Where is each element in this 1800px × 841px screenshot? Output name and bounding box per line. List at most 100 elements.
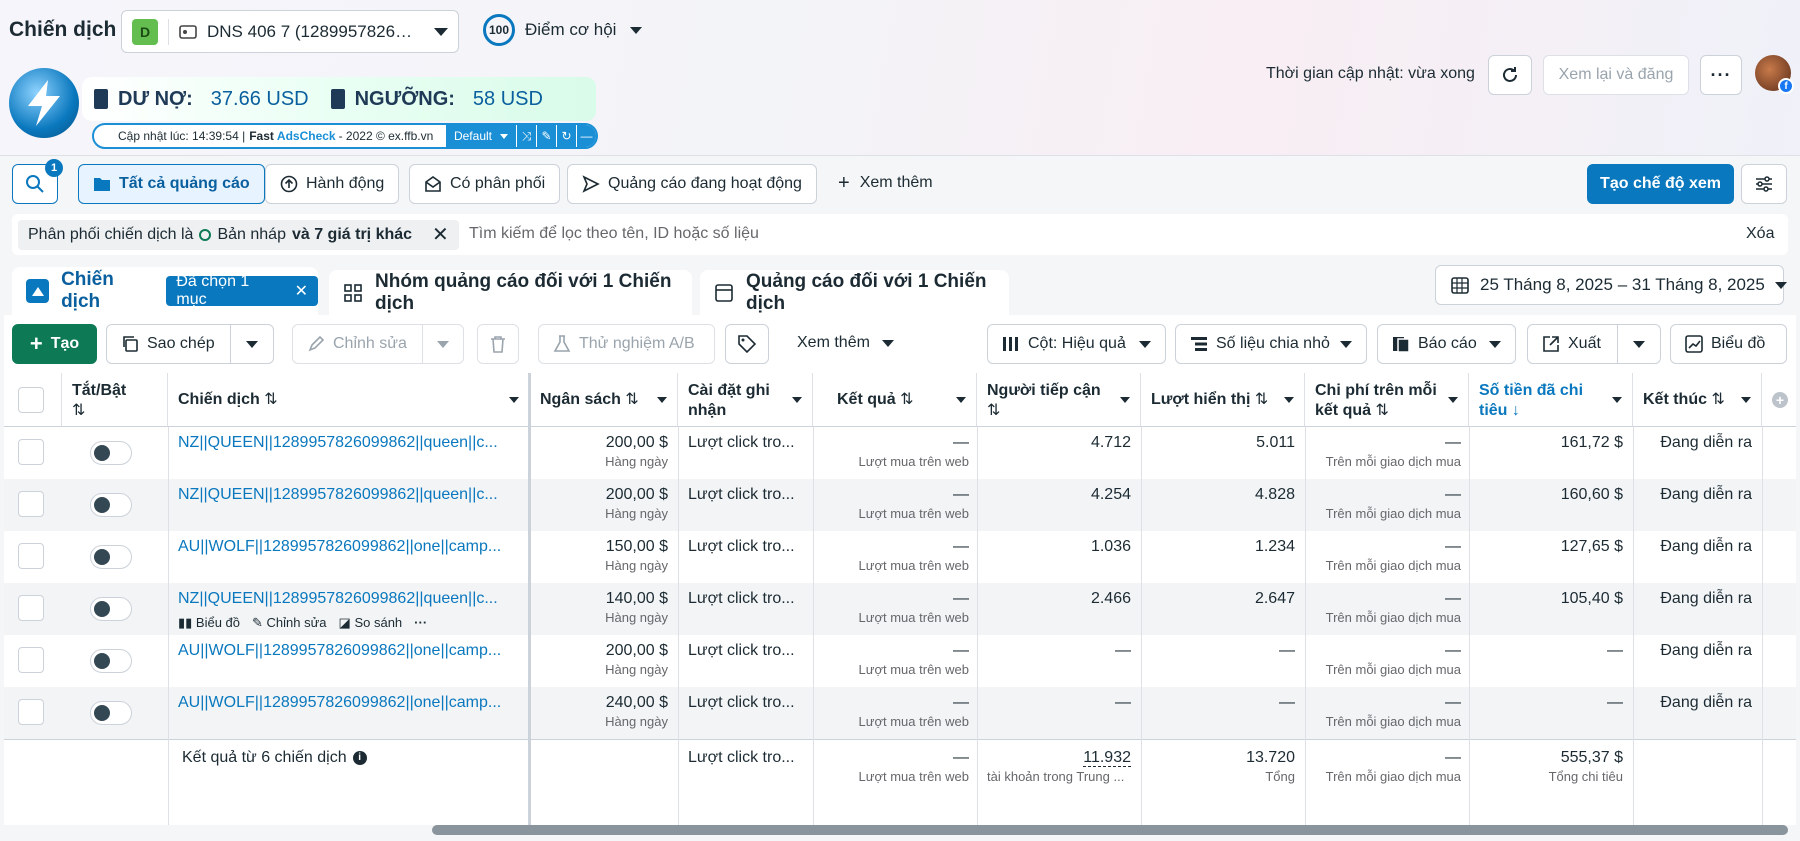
row-checkbox[interactable] [18, 439, 44, 465]
campaign-toggle[interactable] [90, 493, 132, 517]
campaign-toggle[interactable] [90, 545, 132, 569]
tab-all-ads[interactable]: Tất cả quảng cáo [78, 164, 265, 204]
facebook-icon: f [1778, 78, 1794, 94]
filter-chip[interactable]: Phân phối chiến dịch là Bản nháp và 7 gi… [18, 220, 459, 250]
search-count-badge: 1 [45, 159, 63, 177]
clear-filters-link[interactable]: Xóa [1746, 225, 1774, 243]
create-button[interactable]: + Tạo [12, 324, 97, 364]
row-action-edit[interactable]: ✎ Chỉnh sửa [252, 613, 327, 633]
duplicate-dropdown[interactable] [230, 324, 274, 364]
search-icon [25, 174, 45, 194]
header-cost-per-result[interactable]: Chi phí trên mỗi kết quả ⇅ [1305, 373, 1469, 427]
header-toggle[interactable]: Tắt/Bật ⇅ [62, 373, 168, 427]
header-attribution[interactable]: Cài đặt ghi nhận [678, 373, 813, 427]
campaign-toggle[interactable] [90, 597, 132, 621]
selected-count-pill[interactable]: Đã chọn 1 mục ✕ [166, 273, 319, 308]
addon-profile-select[interactable]: Default [445, 125, 516, 147]
level-tab-campaigns[interactable]: Chiến dịch Đã chọn 1 mục ✕ [12, 267, 319, 315]
export-dropdown[interactable] [1617, 324, 1661, 364]
avatar[interactable]: f [1755, 55, 1794, 94]
columns-button[interactable]: Cột: Hiệu quả [987, 324, 1166, 364]
header-ends[interactable]: Kết thúc ⇅ [1633, 373, 1762, 427]
account-selector[interactable]: D DNS 406 7 (1289957826… [121, 10, 459, 53]
level-tab-ads[interactable]: Quảng cáo đối với 1 Chiến dịch [700, 270, 1009, 315]
edit-dropdown[interactable] [422, 324, 464, 364]
header-results[interactable]: Kết quả ⇅ [813, 373, 977, 427]
tab-see-more[interactable]: + Xem thêm [838, 173, 933, 193]
tab-delivering[interactable]: Có phân phối [409, 164, 561, 204]
row-action-chart[interactable]: ▮▮ Biểu đồ [178, 613, 240, 633]
divider [1469, 427, 1470, 825]
charts-button[interactable]: Biểu đồ [1670, 324, 1787, 364]
filter-search-input[interactable]: Tìm kiếm để lọc theo tên, ID hoặc số liệ… [469, 225, 759, 243]
row-action-compare[interactable]: ◪ So sánh [339, 613, 403, 633]
campaign-name-link[interactable]: AU||WOLF||1289957826099862||one||camp... [178, 641, 518, 661]
campaign-toggle[interactable] [90, 649, 132, 673]
refresh-button[interactable] [1488, 55, 1532, 95]
export-button[interactable]: Xuất [1527, 324, 1618, 364]
table-row[interactable]: AU||WOLF||1289957826099862||one||camp...… [4, 531, 1796, 583]
summary-impressions: 13.720 Tổng [1246, 749, 1295, 784]
edit-button[interactable]: Chỉnh sửa [292, 324, 423, 364]
campaign-name-link[interactable]: NZ||QUEEN||1289957826099862||queen||c... [178, 485, 518, 505]
tab-actions[interactable]: Hành động [265, 164, 400, 204]
table-row[interactable]: NZ||QUEEN||1289957826099862||queen||c...… [4, 479, 1796, 531]
row-checkbox[interactable] [18, 491, 44, 517]
row-checkbox[interactable] [18, 647, 44, 673]
horizontal-scrollbar[interactable] [432, 825, 1788, 835]
tag-button[interactable] [725, 324, 769, 364]
row-checkbox[interactable] [18, 543, 44, 569]
row-checkbox[interactable] [18, 699, 44, 725]
campaign-toggle[interactable] [90, 701, 132, 725]
edit-icon[interactable]: ✎ [536, 125, 556, 147]
row-checkbox[interactable] [18, 595, 44, 621]
search-button[interactable]: 1 [12, 159, 63, 204]
table-row[interactable]: AU||WOLF||1289957826099862||one||camp...… [4, 687, 1796, 739]
review-publish-button[interactable]: Xem lại và đăng [1543, 55, 1689, 95]
breakdown-button[interactable]: Số liệu chia nhỏ [1175, 324, 1367, 364]
reports-button[interactable]: Báo cáo [1377, 324, 1516, 364]
row-actions: ▮▮ Biểu đồ ✎ Chỉnh sửa ◪ So sánh ··· [178, 613, 427, 633]
table-row[interactable]: AU||WOLF||1289957826099862||one||camp...… [4, 635, 1796, 687]
level-tab-adsets[interactable]: Nhóm quảng cáo đối với 1 Chiến dịch [329, 270, 692, 315]
header-amount-spent[interactable]: Số tiền đã chi tiêu ↓ [1469, 373, 1633, 427]
shuffle-icon[interactable]: ⤨ [516, 125, 536, 147]
header-campaign[interactable]: Chiến dịch ⇅ [168, 373, 530, 427]
cost-per-result-cell: — Trên mỗi giao dịch mua [1325, 434, 1461, 469]
campaign-name-link[interactable]: NZ||QUEEN||1289957826099862||queen||c... [178, 433, 518, 453]
header-impressions[interactable]: Lượt hiển thị ⇅ [1141, 373, 1305, 427]
select-all-checkbox[interactable] [18, 387, 44, 413]
pencil-icon: ✎ [252, 615, 267, 630]
opportunity-score[interactable]: 100 Điểm cơ hội [483, 14, 643, 46]
sort-icon: ⇅ [264, 391, 278, 408]
duplicate-button[interactable]: Sao chép [106, 324, 231, 364]
info-icon[interactable]: i [352, 751, 367, 765]
header-budget[interactable]: Ngân sách ⇅ [530, 373, 678, 427]
close-icon[interactable]: ✕ [295, 281, 308, 301]
attribution-cell: Lượt click tro... [688, 434, 795, 451]
campaign-name-link[interactable]: AU||WOLF||1289957826099862||one||camp... [178, 693, 518, 713]
ab-test-button[interactable]: Thử nghiệm A/B [538, 324, 715, 364]
toolbar-more[interactable]: Xem thêm [797, 334, 894, 352]
row-more-icon[interactable]: ··· [414, 613, 427, 633]
close-icon[interactable]: ✕ [432, 225, 449, 245]
budget-cell: 140,00 $ Hàng ngày [605, 590, 668, 625]
date-range-picker[interactable]: 25 Tháng 8, 2025 – 31 Tháng 8, 2025 [1435, 265, 1787, 305]
add-column-header[interactable]: + [1762, 373, 1796, 427]
campaign-toggle[interactable] [90, 441, 132, 465]
summary-label: Kết quả từ 6 chiến dịch i [168, 740, 530, 821]
create-view-button[interactable]: Tạo chế độ xem [1587, 164, 1734, 204]
delete-button[interactable] [477, 324, 519, 364]
tab-active-ads[interactable]: Quảng cáo đang hoạt động [567, 164, 817, 204]
filter-settings-button[interactable] [1741, 164, 1787, 204]
header-reach[interactable]: Người tiếp cận ⇅ [977, 373, 1141, 427]
campaign-name-link[interactable]: AU||WOLF||1289957826099862||one||camp... [178, 537, 518, 557]
table-row[interactable]: NZ||QUEEN||1289957826099862||queen||c...… [4, 427, 1796, 479]
minimize-icon[interactable]: — [576, 125, 596, 147]
table-row[interactable]: NZ||QUEEN||1289957826099862||queen||c...… [4, 583, 1796, 635]
campaign-name-link[interactable]: NZ||QUEEN||1289957826099862||queen||c... [178, 589, 518, 609]
reload-icon[interactable]: ↻ [556, 125, 576, 147]
sort-icon: ⇅ [1254, 391, 1269, 408]
campaign-name-cell: AU||WOLF||1289957826099862||one||camp... [168, 635, 528, 687]
more-options-button[interactable]: ··· [1700, 55, 1742, 95]
